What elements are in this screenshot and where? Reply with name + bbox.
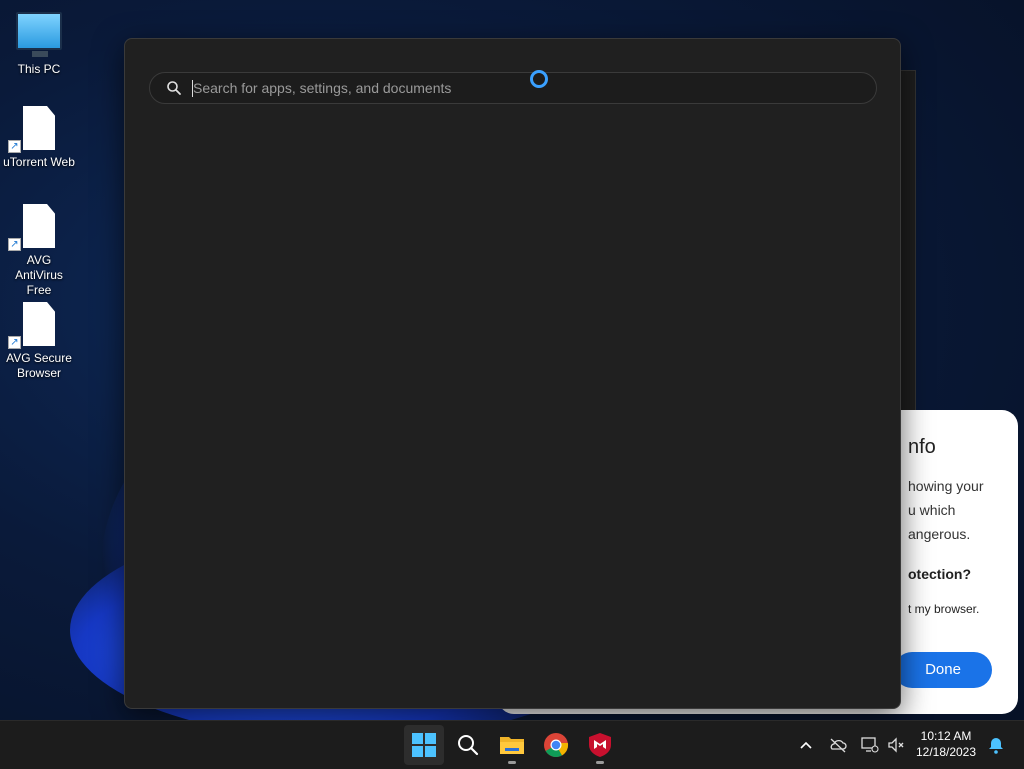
clock-time: 10:12 AM [920, 729, 972, 743]
file-explorer-button[interactable] [492, 725, 532, 765]
clock-date: 12/18/2023 [915, 745, 977, 759]
chrome-icon [544, 733, 569, 758]
desktop-icon-this-pc[interactable]: This PC [0, 12, 78, 77]
mcafee-icon [589, 733, 611, 757]
mcafee-button[interactable] [580, 725, 620, 765]
desktop-icon-utorrent-web[interactable]: ↗ uTorrent Web [0, 106, 78, 170]
desktop-icon-avg-antivirus[interactable]: ↗ AVG AntiVirus Free [0, 204, 78, 298]
notification-bell-icon[interactable] [986, 735, 1006, 755]
onedrive-offline-icon[interactable] [828, 735, 848, 755]
search-panel: Search for apps, settings, and documents [124, 38, 901, 709]
start-button[interactable] [404, 725, 444, 765]
network-disconnected-icon[interactable] [860, 735, 880, 755]
speaker-muted-icon[interactable] [886, 735, 906, 755]
search-icon [458, 735, 479, 756]
popup-title: nfo [908, 436, 936, 458]
file-explorer-icon [500, 737, 524, 754]
shortcut-arrow-icon: ↗ [8, 140, 21, 153]
search-input[interactable]: Search for apps, settings, and documents [149, 72, 877, 104]
running-indicator [508, 761, 516, 764]
clock[interactable]: 10:12 AM 12/18/2023 [906, 728, 986, 760]
file-icon [23, 204, 55, 248]
shortcut-arrow-icon: ↗ [8, 238, 21, 251]
desktop-icon-label: uTorrent Web [3, 155, 75, 169]
running-indicator [596, 761, 604, 764]
file-icon [23, 106, 55, 150]
desktop-icon-avg-secure-browser[interactable]: ↗ AVG Secure Browser [0, 302, 78, 381]
taskbar: 10:12 AM 12/18/2023 [0, 720, 1024, 769]
popup-option-text: t my browser. [908, 602, 980, 616]
search-placeholder: Search for apps, settings, and documents [193, 80, 452, 96]
file-icon [23, 302, 55, 346]
popup-question: otection? [908, 566, 971, 582]
popup-line: u which [908, 502, 956, 518]
taskbar-search-button[interactable] [448, 725, 488, 765]
chrome-button[interactable] [536, 725, 576, 765]
popup-line: howing your [908, 478, 984, 494]
desktop-icon-label: This PC [17, 62, 61, 76]
shortcut-arrow-icon: ↗ [8, 336, 21, 349]
chevron-up-icon[interactable] [796, 735, 816, 755]
windows-start-icon [412, 733, 436, 757]
popup-line: angerous. [908, 526, 971, 542]
desktop-icon-label: AVG Secure Browser [6, 351, 72, 380]
done-button[interactable]: Done [894, 652, 992, 688]
loading-spinner-icon [530, 70, 548, 88]
desktop-icon-label: AVG AntiVirus Free [15, 253, 63, 297]
search-icon [167, 81, 181, 95]
monitor-icon [16, 12, 62, 57]
